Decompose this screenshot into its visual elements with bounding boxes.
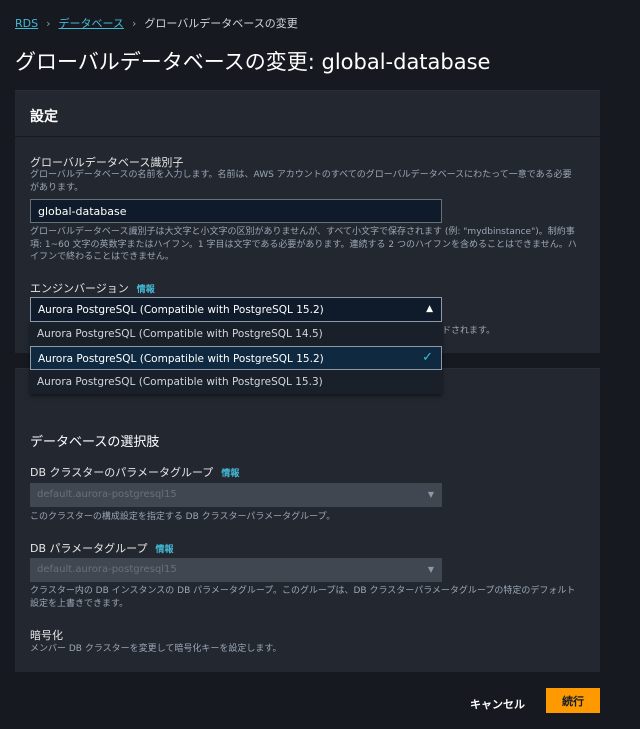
breadcrumb-current: グローバルデータベースの変更 — [144, 15, 297, 31]
chevron-right-icon: › — [46, 17, 50, 30]
option-label: Aurora PostgreSQL (Compatible with Postg… — [37, 328, 323, 340]
db-pg-label: DB パラメータグループ — [30, 542, 148, 555]
caret-down-icon: ▼ — [428, 565, 434, 574]
breadcrumb-rds[interactable]: RDS — [15, 17, 38, 30]
cluster-pg-desc: このクラスターの構成設定を指定する DB クラスターパラメータグループ。 — [30, 511, 580, 524]
encryption-label: 暗号化 — [30, 627, 63, 643]
caret-up-icon: ▲ — [426, 304, 433, 314]
db-options-subheader: データベースの選択肢 — [30, 431, 159, 450]
select-value: default.aurora-postgresql15 — [37, 564, 177, 575]
engine-selected-value: Aurora PostgreSQL (Compatible with Postg… — [38, 304, 324, 316]
engine-hint: ドされます。 — [442, 325, 542, 338]
engine-label: エンジンバージョン — [30, 282, 129, 295]
encryption-desc: メンバー DB クラスターを変更して暗号化キーを設定します。 — [30, 643, 580, 656]
settings-header: 設定 — [15, 91, 600, 137]
engine-option[interactable]: Aurora PostgreSQL (Compatible with Postg… — [30, 370, 442, 394]
cancel-button[interactable]: キャンセル — [462, 692, 533, 716]
id-label: グローバルデータベース識別子 — [30, 154, 183, 170]
engine-info-link[interactable]: 情報 — [137, 285, 155, 295]
engine-option-selected[interactable]: Aurora PostgreSQL (Compatible with Postg… — [30, 346, 442, 370]
engine-version-dropdown[interactable]: Aurora PostgreSQL (Compatible with Postg… — [30, 297, 442, 394]
page-title: グローバルデータベースの変更: global-database — [15, 46, 490, 76]
chevron-right-icon: › — [132, 17, 136, 30]
engine-options-list: Aurora PostgreSQL (Compatible with Postg… — [30, 322, 442, 394]
cluster-parameter-group-select: default.aurora-postgresql15 ▼ — [30, 483, 442, 507]
caret-down-icon: ▼ — [428, 490, 434, 499]
db-pg-desc: クラスター内の DB インスタンスの DB パラメータグループ。このグループは、… — [30, 585, 580, 610]
option-label: Aurora PostgreSQL (Compatible with Postg… — [38, 353, 324, 365]
check-icon: ✓ — [422, 350, 433, 365]
global-database-id-input[interactable]: global-database — [30, 199, 442, 223]
db-parameter-group-select: default.aurora-postgresql15 ▼ — [30, 558, 442, 582]
breadcrumb-databases[interactable]: データベース — [59, 15, 124, 31]
select-value: default.aurora-postgresql15 — [37, 489, 177, 500]
continue-button[interactable]: 続行 — [546, 688, 600, 713]
cluster-pg-info-link[interactable]: 情報 — [221, 469, 239, 479]
breadcrumb: RDS › データベース › グローバルデータベースの変更 — [15, 15, 298, 31]
cluster-pg-label: DB クラスターのパラメータグループ — [30, 466, 213, 479]
option-label: Aurora PostgreSQL (Compatible with Postg… — [37, 376, 323, 388]
id-hint: グローバルデータベース識別子は大文字と小文字の区別がありませんが、すべて小文字で… — [30, 226, 580, 264]
additional-settings-panel: データベースの選択肢 DB クラスターのパラメータグループ情報 default.… — [15, 368, 600, 672]
id-desc: グローバルデータベースの名前を入力します。名前は、AWS アカウントのすべてのグ… — [30, 169, 580, 194]
engine-option[interactable]: Aurora PostgreSQL (Compatible with Postg… — [30, 322, 442, 346]
engine-version-select[interactable]: Aurora PostgreSQL (Compatible with Postg… — [30, 297, 442, 322]
db-pg-info-link[interactable]: 情報 — [156, 545, 174, 555]
